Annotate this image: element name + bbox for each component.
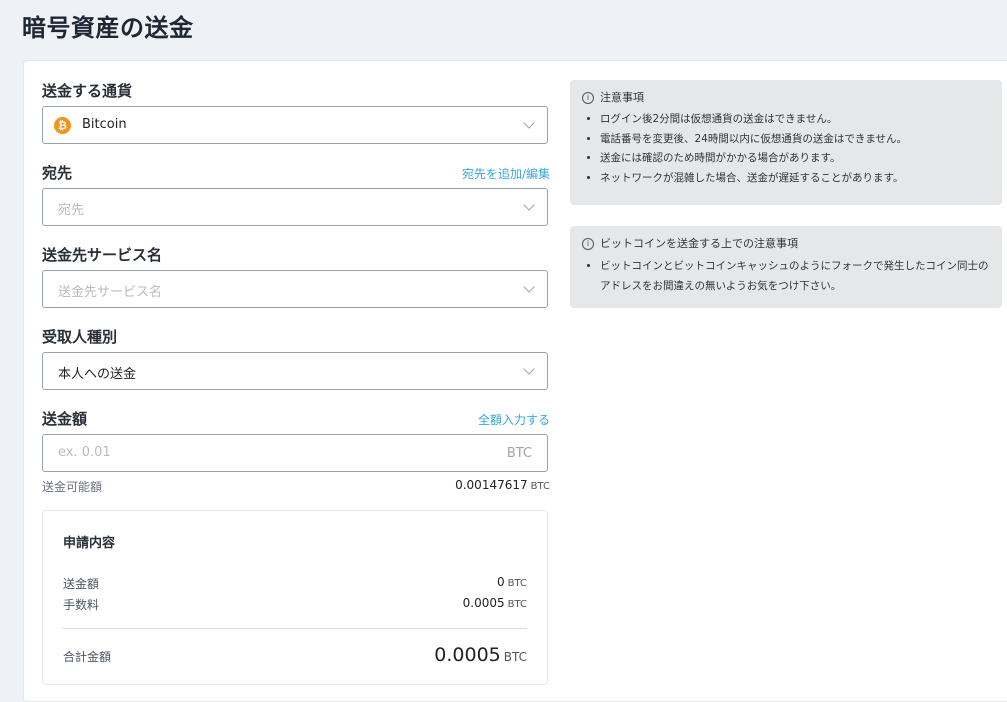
- available-label: 送金可能額: [42, 480, 103, 494]
- summary-divider: [63, 628, 527, 629]
- summary-fee-value: 0.0005 BTC: [463, 596, 527, 610]
- list-item: ネットワークが混雑した場合、送金が遅延することがあります。: [600, 169, 992, 189]
- service-placeholder: 送金先サービス名: [58, 285, 163, 300]
- summary-fee-number: 0.0005: [462, 596, 505, 610]
- currency-label: 送金する通貨: [42, 82, 133, 100]
- list-item: ビットコインとビットコインキャッシュのようにフォークで発生したコイン同士のアドレ…: [600, 257, 992, 296]
- summary-amount-value: 0 BTC: [497, 575, 527, 589]
- notice-bitcoin-header: i ビットコインを送金する上での注意事項: [582, 235, 798, 251]
- list-item: 電話番号を変更後、24時間以内に仮想通貨の送金はできません。: [600, 130, 992, 150]
- service-select[interactable]: 送金先サービス名: [42, 270, 548, 308]
- currency-select[interactable]: ₿ Bitcoin: [42, 106, 548, 144]
- bitcoin-icon: ₿: [54, 117, 71, 134]
- available-unit: BTC: [530, 481, 550, 492]
- notice-bitcoin-list: ビットコインとビットコインキャッシュのようにフォークで発生したコイン同士のアドレ…: [582, 257, 992, 296]
- notice-bitcoin-title: ビットコインを送金する上での注意事項: [600, 237, 798, 250]
- summary-fee-unit: BTC: [507, 599, 527, 610]
- chevron-down-icon: [523, 117, 535, 129]
- amount-input[interactable]: ex. 0.01 BTC: [42, 434, 548, 472]
- info-icon: i: [582, 92, 594, 104]
- amount-unit: BTC: [506, 446, 532, 461]
- available-amount: 0.00147617 BTC: [455, 478, 550, 492]
- page-title: 暗号資産の送金: [22, 14, 194, 42]
- summary-total-value: 0.0005 BTC: [434, 644, 527, 666]
- list-item: ログイン後2分間は仮想通貨の送金はできません。: [600, 110, 992, 130]
- notice-general-list: ログイン後2分間は仮想通貨の送金はできません。 電話番号を変更後、24時間以内に…: [582, 110, 992, 188]
- destination-select[interactable]: 宛先: [42, 188, 548, 226]
- summary-title: 申請内容: [63, 536, 116, 551]
- chevron-down-icon: [523, 281, 535, 293]
- info-icon: i: [582, 238, 594, 250]
- amount-label: 送金額: [42, 410, 88, 428]
- recipient-type-label: 受取人種別: [42, 328, 118, 346]
- destination-placeholder: 宛先: [58, 203, 85, 218]
- summary-box: 申請内容 送金額 0 BTC 手数料 0.0005 BTC 合計金額 0.0005 B…: [42, 510, 548, 685]
- summary-amount-unit: BTC: [507, 578, 527, 589]
- available-value: 0.00147617: [455, 478, 528, 492]
- notice-general: i 注意事項 ログイン後2分間は仮想通貨の送金はできません。 電話番号を変更後、2…: [570, 80, 1002, 205]
- summary-fee-label: 手数料: [63, 598, 100, 612]
- currency-value: Bitcoin: [82, 117, 127, 132]
- list-item: 送金には確認のため時間がかかる場合があります。: [600, 149, 992, 169]
- summary-total-unit: BTC: [503, 650, 527, 664]
- recipient-type-value: 本人への送金: [58, 367, 137, 382]
- notice-general-header: i 注意事項: [582, 89, 644, 105]
- edit-destination-link[interactable]: 宛先を追加/編集: [462, 165, 550, 182]
- summary-amount-label: 送金額: [63, 577, 100, 591]
- chevron-down-icon: [523, 363, 535, 375]
- notice-bitcoin: i ビットコインを送金する上での注意事項 ビットコインとビットコインキャッシュのよ…: [570, 226, 1002, 308]
- amount-placeholder: ex. 0.01: [58, 445, 111, 460]
- summary-total-label: 合計金額: [63, 650, 112, 664]
- notice-general-title: 注意事項: [600, 91, 644, 104]
- summary-amount-number: 0: [496, 575, 505, 589]
- chevron-down-icon: [523, 199, 535, 211]
- fill-all-link[interactable]: 全額入力する: [478, 411, 550, 428]
- destination-label: 宛先: [42, 164, 73, 182]
- service-label: 送金先サービス名: [42, 246, 163, 264]
- recipient-type-select[interactable]: 本人への送金: [42, 352, 548, 390]
- summary-total-number: 0.0005: [434, 644, 501, 666]
